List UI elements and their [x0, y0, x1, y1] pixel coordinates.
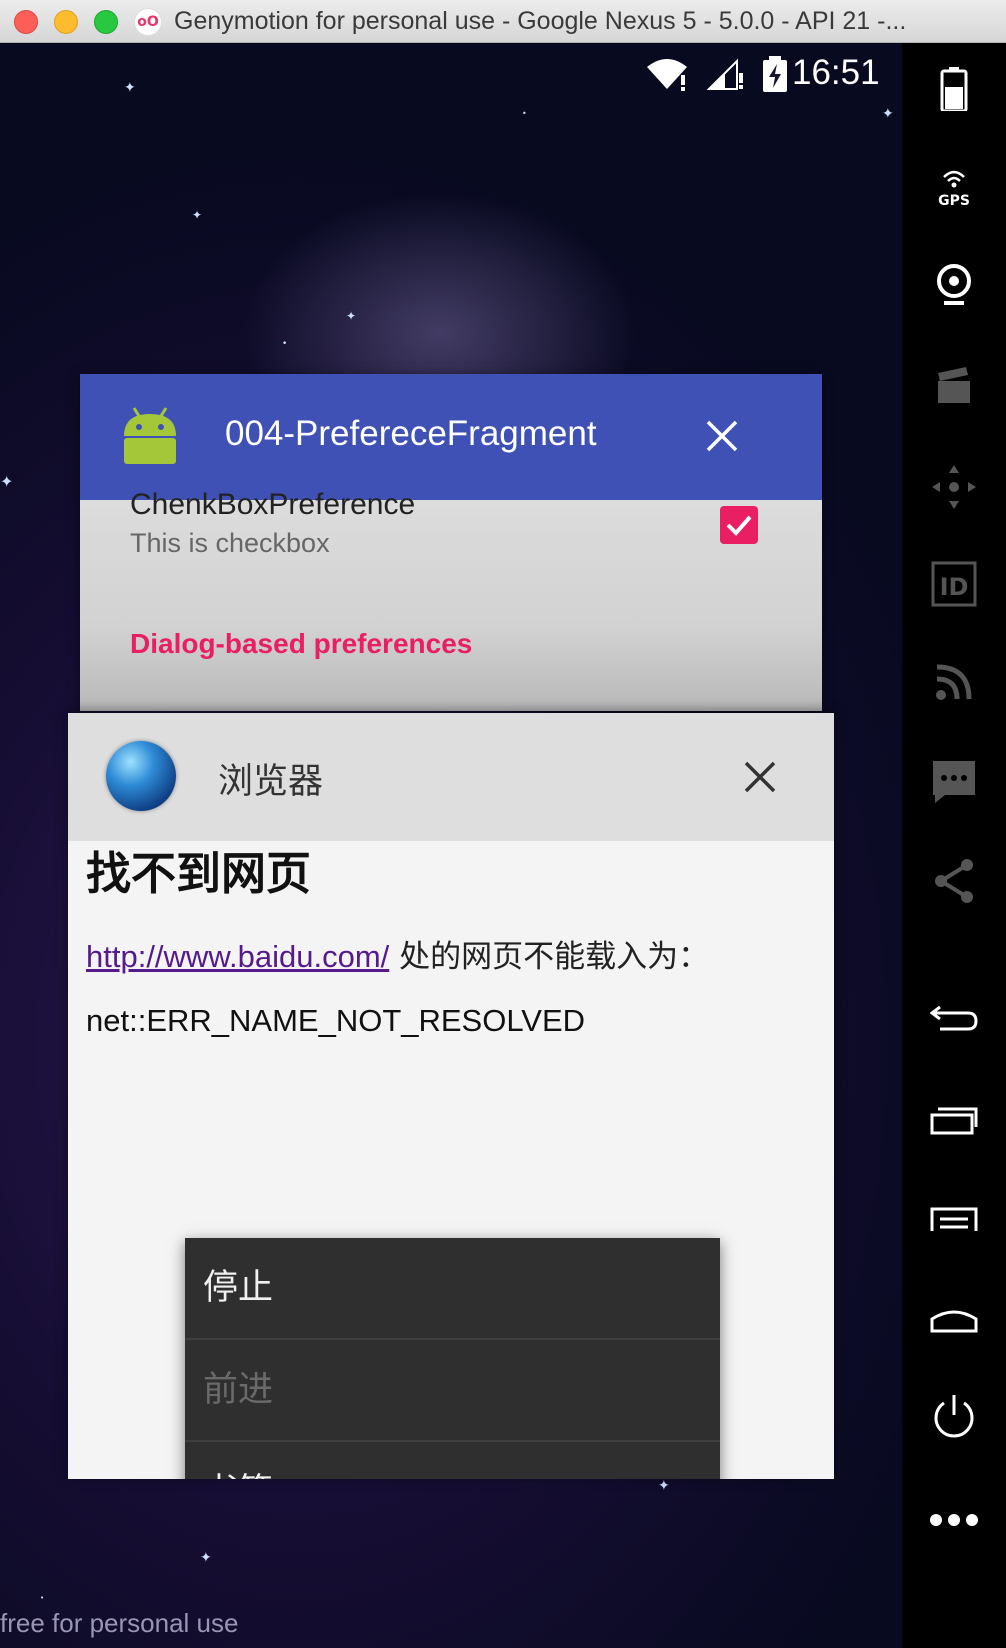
- dpad-icon: [932, 465, 976, 509]
- status-clock: 16:51: [792, 53, 880, 92]
- android-app-icon: [124, 407, 176, 464]
- clapperboard-icon: [938, 367, 970, 403]
- cast-button[interactable]: [902, 661, 1006, 703]
- watermark-text: free for personal use: [0, 1608, 239, 1638]
- browser-options-menu: 停止 前进 书签: [185, 1238, 720, 1479]
- star-decoration: •: [282, 339, 288, 349]
- back-button[interactable]: [902, 1003, 1006, 1033]
- share-icon: [935, 859, 973, 903]
- window-minimize-button[interactable]: [54, 10, 78, 34]
- browser-globe-icon: [106, 741, 176, 811]
- window-maximize-button[interactable]: [94, 10, 118, 34]
- window-titlebar: oO Genymotion for personal use - Google …: [0, 0, 1006, 43]
- preference-checkbox: [720, 506, 758, 544]
- check-icon: [726, 515, 752, 536]
- home-icon: [930, 1310, 978, 1333]
- error-message: http://www.baidu.com/ 处的网页不能载入为：: [86, 931, 709, 976]
- card-header: 004-PreferecеFragment: [80, 374, 822, 500]
- card-content-snapshot: ChenkBoxPreference This is checkbox Dial…: [80, 488, 822, 711]
- recents-icon: [930, 1107, 978, 1135]
- recent-app-card-browser[interactable]: 浏览器 找不到网页 http://www.baidu.com/ 处的网页不能载入…: [68, 713, 834, 1479]
- error-page-heading: 找不到网页: [86, 847, 312, 900]
- recent-app-card-preference[interactable]: 004-PreferecеFragment ChenkBoxPreference…: [80, 374, 822, 711]
- id-label: ID: [940, 573, 969, 601]
- back-icon: [930, 1005, 978, 1031]
- gps-icon: GPS: [938, 170, 970, 207]
- gps-button[interactable]: GPS: [902, 167, 1006, 207]
- home-button[interactable]: [902, 1307, 1006, 1333]
- error-code: net::ERR_NAME_NOT_RESOLVED: [86, 1003, 586, 1038]
- star-decoration: ✦: [882, 106, 894, 122]
- power-button[interactable]: [902, 1393, 1006, 1441]
- error-url-link[interactable]: http://www.baidu.com/: [86, 939, 389, 974]
- window-close-button[interactable]: [14, 10, 38, 34]
- battery-button[interactable]: [902, 67, 1006, 111]
- menu-item-forward[interactable]: 前进: [185, 1340, 720, 1442]
- star-decoration: ✦: [200, 1550, 212, 1566]
- webcam-button[interactable]: [902, 263, 1006, 307]
- preference-summary: This is checkbox: [130, 528, 330, 558]
- star-decoration: •: [522, 109, 527, 118]
- window-title: Genymotion for personal use - Google Nex…: [174, 7, 907, 35]
- preference-category-heading: Dialog-based preferences: [130, 628, 473, 659]
- star-decoration: ✦: [0, 472, 14, 491]
- webcam-icon: [937, 264, 971, 305]
- preference-title: ChenkBoxPreference: [130, 488, 416, 521]
- menu-item-stop[interactable]: 停止: [185, 1238, 720, 1340]
- card-app-title: 浏览器: [218, 762, 324, 802]
- android-screen: ✦ • ✦ ✦ ✦ • ✦ ✦ ✦ • 16:51 004-PreferecеF…: [0, 43, 902, 1648]
- star-decoration: ✦: [192, 208, 203, 222]
- star-decoration: ✦: [658, 1478, 670, 1494]
- star-decoration: •: [40, 1594, 45, 1602]
- id-icon: ID: [931, 561, 977, 607]
- battery-icon: [940, 67, 968, 111]
- battery-charging-icon: [763, 56, 787, 92]
- capture-button[interactable]: [902, 365, 1006, 405]
- menu-button[interactable]: [902, 1207, 1006, 1233]
- sms-icon: [933, 761, 975, 803]
- share-button[interactable]: [902, 857, 1006, 905]
- recents-button[interactable]: [902, 1105, 1006, 1135]
- dpad-button[interactable]: [902, 463, 1006, 511]
- menu-icon: [930, 1207, 978, 1231]
- menu-item-bookmarks[interactable]: 书签: [185, 1442, 720, 1479]
- signal-icon: [706, 58, 743, 90]
- error-message-text: 处的网页不能载入为：: [389, 939, 710, 975]
- star-decoration: ✦: [346, 309, 357, 323]
- cast-icon: [936, 664, 972, 700]
- more-button[interactable]: [902, 1513, 1006, 1527]
- device-id-button[interactable]: ID: [902, 561, 1006, 607]
- close-card-button[interactable]: [700, 414, 744, 458]
- status-bar: 16:51: [0, 43, 902, 103]
- power-icon: [934, 1395, 974, 1438]
- card-app-title: 004-PreferecеFragment: [225, 414, 597, 453]
- emulator-sidebar: GPS ID: [902, 43, 1006, 1648]
- more-icon: [930, 1514, 978, 1526]
- card-header: 浏览器: [68, 713, 834, 841]
- status-icons: [645, 56, 789, 92]
- close-card-button[interactable]: [738, 755, 782, 799]
- wifi-icon: [647, 59, 687, 91]
- genymotion-app-icon: oO: [134, 8, 162, 36]
- gps-label: GPS: [938, 193, 970, 207]
- sms-button[interactable]: [902, 759, 1006, 805]
